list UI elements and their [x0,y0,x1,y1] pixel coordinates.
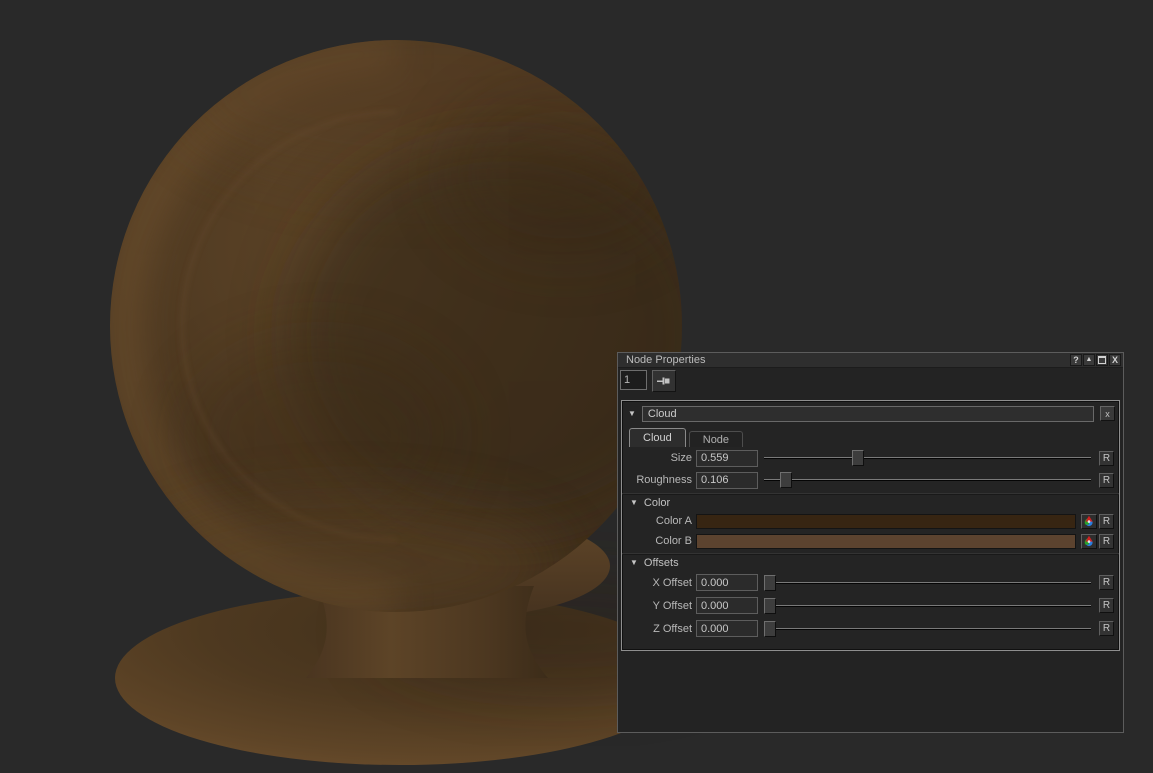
offsets-block: ▼ Offsets X Offset R Y Offset R [622,554,1119,640]
roughness-slider-track[interactable] [764,479,1091,480]
x-offset-input[interactable] [696,574,758,591]
size-reset-button[interactable]: R [1099,451,1114,466]
x-offset-label: X Offset [622,577,692,589]
reset-label: R [1103,475,1110,486]
offsets-section-header[interactable]: ▼ Offsets [622,554,1119,571]
restore-icon [1098,356,1106,364]
close-button[interactable]: X [1109,354,1121,366]
roughness-slider-handle[interactable] [780,472,792,488]
z-offset-reset-button[interactable]: R [1099,621,1114,636]
size-slider-track[interactable] [764,457,1091,458]
color-b-row: Color B R [622,531,1119,551]
color-b-swatch[interactable] [696,534,1076,549]
tab-cloud-label: Cloud [643,432,672,444]
color-a-picker-button[interactable] [1081,514,1097,529]
color-b-reset-button[interactable]: R [1099,534,1114,549]
remove-node-icon: x [1105,409,1110,419]
roughness-input[interactable] [696,472,758,489]
node-header-row: ▼ Cloud x [622,404,1119,423]
color-a-row: Color A R [622,511,1119,531]
node-tabs: Cloud Node [629,427,1119,447]
tab-node-label: Node [703,434,729,446]
node-name-field[interactable]: Cloud [642,406,1094,422]
y-offset-slider-handle[interactable] [764,598,776,614]
collapse-color-icon[interactable]: ▼ [630,499,638,507]
reset-label: R [1103,536,1110,547]
y-offset-slider-track[interactable] [764,605,1091,606]
panel-titlebar[interactable]: Node Properties ? ▲ X [618,353,1123,368]
close-icon: X [1112,355,1118,365]
restore-button[interactable] [1096,354,1108,366]
x-offset-slider-handle[interactable] [764,575,776,591]
node-properties-panel: Node Properties ? ▲ X ▼ Cloud [617,352,1124,733]
z-offset-slider-track[interactable] [764,628,1091,629]
reset-label: R [1103,600,1110,611]
param-row-x-offset: X Offset R [622,571,1119,594]
y-offset-input[interactable] [696,597,758,614]
z-offset-label: Z Offset [622,623,692,635]
y-offset-slider[interactable] [764,597,1091,615]
reset-label: R [1103,623,1110,634]
pin-node-button[interactable] [652,370,676,392]
color-b-label: Color B [622,535,692,547]
cloud-node-group: ▼ Cloud x Cloud Node Size R [621,400,1120,651]
color-b-picker-button[interactable] [1081,534,1097,549]
node-name: Cloud [648,408,677,420]
maximize-button[interactable]: ▲ [1083,354,1095,366]
tab-cloud[interactable]: Cloud [629,428,686,447]
tab-node[interactable]: Node [689,431,743,447]
param-row-roughness: Roughness R [622,469,1119,491]
offsets-section-title: Offsets [644,557,679,569]
x-offset-slider[interactable] [764,574,1091,592]
reset-label: R [1103,577,1110,588]
roughness-label: Roughness [622,474,692,486]
size-slider-handle[interactable] [852,450,864,466]
param-row-y-offset: Y Offset R [622,594,1119,617]
x-offset-reset-button[interactable]: R [1099,575,1114,590]
maximize-icon: ▲ [1086,355,1093,365]
color-section-header[interactable]: ▼ Color [622,494,1119,511]
roughness-reset-button[interactable]: R [1099,473,1114,488]
help-button[interactable]: ? [1070,354,1082,366]
color-a-reset-button[interactable]: R [1099,514,1114,529]
size-input[interactable] [696,450,758,467]
y-offset-label: Y Offset [622,600,692,612]
z-offset-slider[interactable] [764,620,1091,638]
x-offset-slider-track[interactable] [764,582,1091,583]
titlebar-buttons: ? ▲ X [1070,354,1121,366]
y-offset-reset-button[interactable]: R [1099,598,1114,613]
color-a-label: Color A [622,515,692,527]
param-row-size: Size R [622,447,1119,469]
help-icon: ? [1073,355,1079,365]
rgb-picker-icon [1083,535,1095,547]
collapse-offsets-icon[interactable]: ▼ [630,559,638,567]
param-row-z-offset: Z Offset R [622,617,1119,640]
remove-node-button[interactable]: x [1100,406,1115,421]
node-index-input[interactable] [620,370,647,390]
reset-label: R [1103,453,1110,464]
z-offset-input[interactable] [696,620,758,637]
collapse-node-icon[interactable]: ▼ [628,410,636,418]
reset-label: R [1103,516,1110,527]
size-label: Size [622,452,692,464]
node-index-row [618,368,1123,392]
rgb-picker-icon [1083,515,1095,527]
z-offset-slider-handle[interactable] [764,621,776,637]
panel-title: Node Properties [626,353,706,367]
size-slider[interactable] [764,449,1091,467]
roughness-slider[interactable] [764,471,1091,489]
pin-icon [657,376,671,386]
color-section-title: Color [644,497,670,509]
color-a-swatch[interactable] [696,514,1076,529]
